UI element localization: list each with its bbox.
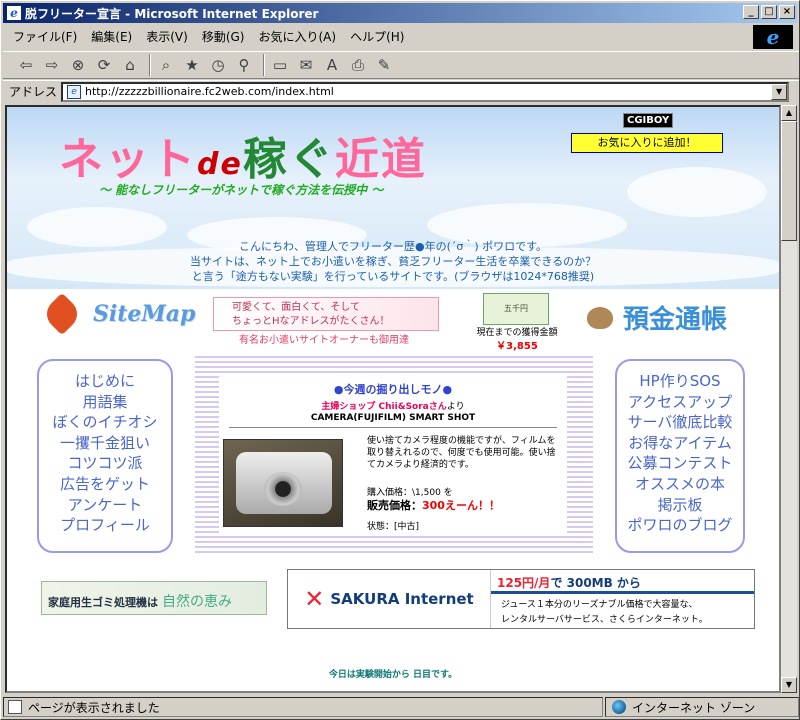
close-button[interactable]: × xyxy=(779,5,795,19)
refresh-icon[interactable]: ⟳ xyxy=(93,54,115,76)
cgiboy-badge[interactable]: CGIBOY xyxy=(623,113,674,128)
menu-help[interactable]: ヘルプ(H) xyxy=(350,28,404,45)
menu-file[interactable]: ファイル(F) xyxy=(13,28,77,45)
nav-item-survey[interactable]: アンケート xyxy=(39,495,171,516)
sitemap-link[interactable]: SiteMap xyxy=(40,292,195,336)
search-icon[interactable]: ⌕ xyxy=(155,54,177,76)
add-favorite-button[interactable]: お気に入りに追加！ xyxy=(571,133,723,153)
scroll-up-icon[interactable]: ▲ xyxy=(781,105,797,121)
page-viewport: ネットde稼ぐ近道 ～ 能なしフリーターがネットで稼ぐ方法を伝授中 ～ CGIB… xyxy=(5,105,781,693)
earned-value: ￥3,855 xyxy=(496,341,538,352)
product-name: CAMERA(FUJIFILM) SMART SHOT xyxy=(310,413,476,423)
page-done-icon xyxy=(8,700,22,714)
history-icon[interactable]: ◷ xyxy=(207,54,229,76)
garbage-disposer-ad[interactable]: 家庭用生ゴミ処理機は 自然の恵み xyxy=(41,581,267,615)
nav-item-hajimeni[interactable]: はじめに xyxy=(39,371,171,392)
sakura-headline: 125円/月で 300MB から xyxy=(491,570,754,594)
home-icon[interactable]: ⌂ xyxy=(119,54,141,76)
nav-item-ads[interactable]: 広告をゲット xyxy=(39,474,171,495)
nav-item-jackpot[interactable]: 一攫千金狙い xyxy=(39,433,171,454)
mail-icon[interactable]: ✉ xyxy=(295,54,317,76)
sale-price: 販売価格：300えーん！！ xyxy=(367,499,500,512)
sakura-description: ジュース１本分のリーズナブル価格で大容量な、 レンタルサーバサービス、さくらイン… xyxy=(501,600,708,625)
left-nav: はじめに 用語集 ぼくのイチオシ 一攫千金狙い コツコツ派 広告をゲット アンケ… xyxy=(37,359,173,553)
owner-line: 有名お小遣いサイトオーナーも御用達 xyxy=(239,335,409,346)
featured-title: ●今週の掘り出しモノ● xyxy=(333,383,453,396)
header-banner: ネットde稼ぐ近道 ～ 能なしフリーターがネットで稼ぐ方法を伝授中 ～ CGIB… xyxy=(7,107,779,289)
nav-item-steady[interactable]: コツコツ派 xyxy=(39,453,171,474)
status-bar: ページが表示されました インターネット ゾーン xyxy=(3,695,799,719)
nav-item-recommend[interactable]: ぼくのイチオシ xyxy=(39,412,171,433)
favorites-icon[interactable]: ★ xyxy=(181,54,203,76)
featured-item-card: ●今週の掘り出しモノ● 主婦ショップ Chii&Soraさんより CAMERA(… xyxy=(219,373,567,535)
featured-item-panel: ●今週の掘り出しモノ● 主婦ショップ Chii&Soraさんより CAMERA(… xyxy=(195,355,593,553)
site-logo: ネットde稼ぐ近道 xyxy=(59,134,427,185)
nav-item-profile[interactable]: プロフィール xyxy=(39,515,171,536)
menu-favorites[interactable]: お気に入り(A) xyxy=(258,28,336,45)
nav-item-contest[interactable]: 公募コンテスト xyxy=(617,453,743,474)
banknote-icon: 五千円 xyxy=(483,293,549,325)
globe-icon xyxy=(612,700,626,714)
money-bag-icon xyxy=(587,307,613,329)
camera-photo[interactable] xyxy=(223,439,343,527)
status-text: ページが表示されました xyxy=(3,697,603,717)
nav-item-hp-sos[interactable]: HP作りSOS xyxy=(617,371,743,392)
address-url: http://zzzzzbillionaire.fc2web.com/index… xyxy=(85,85,334,98)
address-dropdown-icon[interactable]: ▼ xyxy=(771,83,788,100)
window-title: 脱フリーター宣言 - Microsoft Internet Explorer xyxy=(25,6,319,21)
item-condition: 状態：[中古] xyxy=(367,522,420,532)
scroll-down-icon[interactable]: ▼ xyxy=(781,677,797,693)
menu-edit[interactable]: 編集(E) xyxy=(91,28,132,45)
pink-banner-ad[interactable]: 可愛くて、面白くて、そして ちょっとHなアドレスがたくさん！ xyxy=(213,297,439,331)
vertical-scrollbar[interactable]: ▲ ▼ xyxy=(781,105,797,693)
forward-icon[interactable]: ⇨ xyxy=(41,54,63,76)
font-size-icon[interactable]: A xyxy=(321,54,343,76)
ie-throbber-icon: e xyxy=(753,25,793,49)
page-icon: e xyxy=(67,84,82,99)
sakura-internet-ad[interactable]: ✕ SAKURA Internet 125円/月で 300MB から ジュース１本… xyxy=(287,569,755,629)
back-icon[interactable]: ⇦ xyxy=(15,54,37,76)
fullscreen-icon[interactable]: ▭ xyxy=(269,54,291,76)
title-bar: e 脱フリーター宣言 - Microsoft Internet Explorer… xyxy=(3,3,797,23)
intro-text: こんにちわ、管理人でフリーター歴●年の(´σ｀) ポワロです。 当サイトは、ネッ… xyxy=(189,240,597,283)
maple-leaf-icon xyxy=(40,292,84,336)
nav-item-items[interactable]: お得なアイテム xyxy=(617,433,743,454)
scroll-thumb[interactable] xyxy=(781,121,797,241)
print-icon[interactable]: ⎙ xyxy=(347,54,369,76)
right-nav: HP作りSOS アクセスアップ サーバ徹底比較 お得なアイテム 公募コンテスト … xyxy=(615,359,745,553)
shop-link[interactable]: 主婦ショップ Chii&Soraさん xyxy=(321,402,446,412)
nav-item-access-up[interactable]: アクセスアップ xyxy=(617,392,743,413)
stop-icon[interactable]: ⊗ xyxy=(67,54,89,76)
zone-indicator: インターネット ゾーン xyxy=(605,697,799,717)
nav-item-server-compare[interactable]: サーバ徹底比較 xyxy=(617,412,743,433)
ie-icon: e xyxy=(7,6,21,20)
menu-view[interactable]: 表示(V) xyxy=(146,28,188,45)
edit-icon[interactable]: ✎ xyxy=(373,54,395,76)
nav-item-blog[interactable]: ポワロのブログ xyxy=(617,515,743,536)
toolbar: ⇦ ⇨ ⊗ ⟳ ⌂ ⌕ ★ ◷ ⚲ ▭ ✉ A ⎙ ✎ xyxy=(3,51,799,79)
bankbook-link[interactable]: 預金通帳 xyxy=(623,299,727,336)
shop-line: 主婦ショップ Chii&Soraさんより xyxy=(321,402,465,412)
menu-bar: ファイル(F) 編集(E) 表示(V) 移動(G) お気に入り(A) ヘルプ(H… xyxy=(3,25,747,47)
address-input[interactable]: e http://zzzzzbillionaire.fc2web.com/ind… xyxy=(61,81,790,102)
day-counter: 今日は実験開始から 日目です。 xyxy=(328,670,458,680)
product-description: 使い捨てカメラ程度の機能ですが、フィルムを取り替えれるので、何度でも使用可能。使… xyxy=(367,436,556,470)
address-bar: アドレス e http://zzzzzbillionaire.fc2web.co… xyxy=(3,80,799,102)
menu-go[interactable]: 移動(G) xyxy=(202,28,245,45)
maximize-button[interactable]: □ xyxy=(761,5,777,19)
browser-window: e 脱フリーター宣言 - Microsoft Internet Explorer… xyxy=(0,0,800,720)
tagline: ～ 能なしフリーターがネットで稼ぐ方法を伝授中 ～ xyxy=(99,183,384,197)
sakura-logo: ✕ SAKURA Internet xyxy=(304,585,474,613)
nav-item-bbs[interactable]: 掲示板 xyxy=(617,495,743,516)
address-label: アドレス xyxy=(9,85,58,99)
channels-icon[interactable]: ⚲ xyxy=(233,54,255,76)
nav-item-glossary[interactable]: 用語集 xyxy=(39,392,171,413)
minimize-button[interactable]: _ xyxy=(743,5,759,19)
nav-item-books[interactable]: オススメの本 xyxy=(617,474,743,495)
